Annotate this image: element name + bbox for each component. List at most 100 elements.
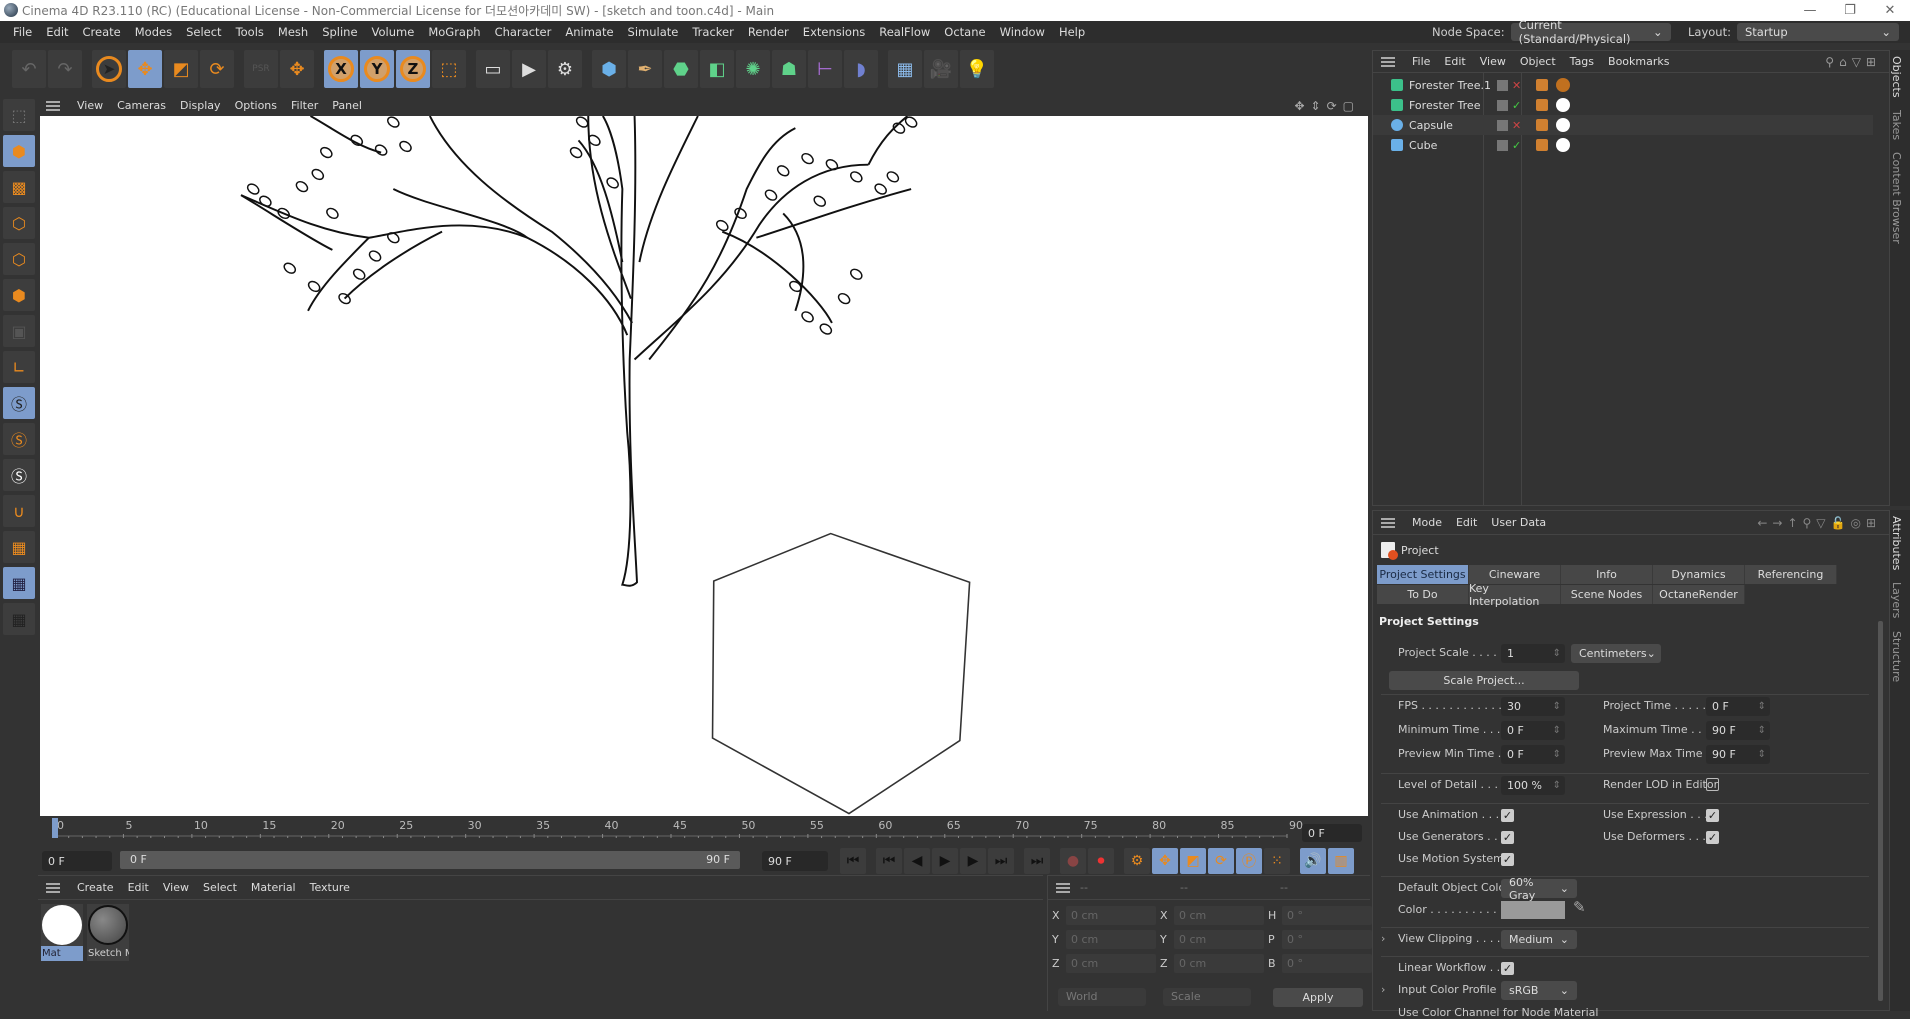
redo-button[interactable]: ↷ xyxy=(48,50,82,88)
field-button[interactable]: ◗ xyxy=(844,50,878,88)
psr-button[interactable]: PSR xyxy=(244,50,278,88)
material-menu-texture[interactable]: Texture xyxy=(303,881,357,894)
object-manager-tool-icons[interactable]: ⚲⌂▽⊞ xyxy=(1825,55,1881,69)
next-key-button[interactable]: ⏭ xyxy=(988,848,1014,874)
level-of-detail-field[interactable]: 100 % xyxy=(1501,776,1565,795)
playhead[interactable] xyxy=(52,818,58,838)
cross-icon[interactable]: ✕ xyxy=(1512,79,1526,92)
subdivision-button[interactable]: ⬣ xyxy=(664,50,698,88)
menu-character[interactable]: Character xyxy=(488,25,559,39)
coordinate-field[interactable]: 0 ° xyxy=(1282,930,1372,949)
menu-create[interactable]: Create xyxy=(76,25,128,39)
record-button[interactable]: ● xyxy=(1060,848,1086,874)
key-pla-button[interactable]: ⁙ xyxy=(1264,848,1290,874)
object-name[interactable]: Forester Tree xyxy=(1409,99,1497,112)
tag-icon[interactable] xyxy=(1536,139,1548,151)
editor-visibility-icon[interactable] xyxy=(1497,119,1508,131)
select-tool-button[interactable]: ➤ xyxy=(92,50,126,88)
workplane-button[interactable]: ▦ xyxy=(3,531,35,563)
tab-key-interpolation[interactable]: Key Interpolation xyxy=(1469,582,1561,608)
input-profile-expand-icon[interactable]: › xyxy=(1381,983,1385,996)
scale-project-button[interactable]: Scale Project... xyxy=(1389,671,1579,690)
project-scale-unit-dropdown[interactable]: Centimeters ⌄ xyxy=(1571,644,1661,663)
menu-tracker[interactable]: Tracker xyxy=(685,25,741,39)
use-deformers-checkbox[interactable]: ✓ xyxy=(1706,831,1719,844)
lock-workplane-button[interactable]: ▦ xyxy=(3,567,35,599)
side-tab-objects[interactable]: Objects xyxy=(1890,50,1903,104)
object-menu-edit[interactable]: Edit xyxy=(1437,55,1472,68)
floor-button[interactable]: ▦ xyxy=(888,50,922,88)
align-workplane-button[interactable]: ▦ xyxy=(3,603,35,635)
menu-tools[interactable]: Tools xyxy=(229,25,271,39)
hamburger-icon[interactable] xyxy=(1381,517,1395,528)
undo-button[interactable]: ↶ xyxy=(12,50,46,88)
menu-mesh[interactable]: Mesh xyxy=(271,25,315,39)
transform-button[interactable]: ✥ xyxy=(280,50,314,88)
uv-mode-button[interactable]: ▣ xyxy=(3,315,35,347)
hamburger-icon[interactable] xyxy=(46,882,60,893)
object-menu-bookmarks[interactable]: Bookmarks xyxy=(1601,55,1676,68)
material-item[interactable]: Sketch M xyxy=(87,904,129,961)
object-menu-file[interactable]: File xyxy=(1405,55,1437,68)
pen-button[interactable]: ✒ xyxy=(628,50,662,88)
tab-dynamics[interactable]: Dynamics xyxy=(1653,565,1745,584)
default-object-color-dropdown[interactable]: 60% Gray ⌄ xyxy=(1501,876,1577,902)
attribute-menu-mode[interactable]: Mode xyxy=(1405,516,1449,529)
tag-icon[interactable] xyxy=(1536,99,1548,111)
keyframe-selection-button[interactable]: ⚙ xyxy=(1124,848,1150,874)
tab-info[interactable]: Info xyxy=(1561,565,1653,584)
maximum-time-field[interactable]: 90 F xyxy=(1706,721,1770,740)
preview-range-slider[interactable]: 0 F 90 F xyxy=(120,851,740,869)
hamburger-icon[interactable] xyxy=(1381,56,1395,67)
menu-animate[interactable]: Animate xyxy=(558,25,620,39)
viewport-menu-cameras[interactable]: Cameras xyxy=(110,99,173,112)
menu-volume[interactable]: Volume xyxy=(365,25,422,39)
material-menu-view[interactable]: View xyxy=(156,881,196,894)
viewport-menu-options[interactable]: Options xyxy=(228,99,284,112)
side-tab-attributes[interactable]: Attributes xyxy=(1890,510,1903,576)
object-name[interactable]: Capsule xyxy=(1409,119,1497,132)
object-menu-tags[interactable]: Tags xyxy=(1563,55,1601,68)
menu-mograph[interactable]: MoGraph xyxy=(421,25,487,39)
object-name[interactable]: Cube xyxy=(1409,139,1497,152)
preview-max-time-field[interactable]: 90 F xyxy=(1706,745,1770,764)
end-frame-field[interactable]: 90 F xyxy=(762,851,828,871)
minimize-button[interactable]: — xyxy=(1790,0,1830,21)
menu-help[interactable]: Help xyxy=(1052,25,1092,39)
menu-octane[interactable]: Octane xyxy=(937,25,992,39)
coordinate-field[interactable]: 0 cm xyxy=(1174,906,1264,925)
side-tab-layers[interactable]: Layers xyxy=(1890,576,1903,624)
mograph-button[interactable]: ✺ xyxy=(736,50,770,88)
menu-simulate[interactable]: Simulate xyxy=(621,25,686,39)
z-axis-button[interactable]: Z xyxy=(396,50,430,88)
attribute-menu-edit[interactable]: Edit xyxy=(1449,516,1484,529)
view-clipping-expand-icon[interactable]: › xyxy=(1381,932,1385,945)
prev-frame-button[interactable]: ◀ xyxy=(904,848,930,874)
node-space-dropdown[interactable]: Current (Standard/Physical) ⌄ xyxy=(1510,18,1671,46)
tab-octanerender[interactable]: OctaneRender xyxy=(1653,585,1745,604)
render-settings-button[interactable]: ⚙ xyxy=(548,50,582,88)
start-frame-field[interactable]: 0 F xyxy=(42,851,112,871)
use-generators-checkbox[interactable]: ✓ xyxy=(1501,831,1514,844)
current-frame-field[interactable]: 0 F xyxy=(1302,824,1362,842)
point-mode-button[interactable]: ⬡ xyxy=(3,207,35,239)
size-mode-dropdown[interactable]: Scale xyxy=(1163,988,1251,1006)
make-editable-button[interactable]: ⬚ xyxy=(3,99,35,131)
menu-file[interactable]: File xyxy=(6,25,39,39)
rotate-tool-button[interactable]: ⟳ xyxy=(200,50,234,88)
move-tool-button[interactable]: ✥ xyxy=(128,50,162,88)
close-button[interactable]: ✕ xyxy=(1870,0,1910,21)
key-parameter-button[interactable]: Ⓟ xyxy=(1236,848,1262,874)
menu-window[interactable]: Window xyxy=(993,25,1052,39)
timeline-button[interactable]: ▥ xyxy=(1328,848,1354,874)
key-scale-button[interactable]: ◩ xyxy=(1180,848,1206,874)
material-tag-icon[interactable] xyxy=(1556,118,1570,132)
key-rotation-button[interactable]: ⟳ xyxy=(1208,848,1234,874)
coordinate-field[interactable]: 0 cm xyxy=(1174,930,1264,949)
snap-button[interactable]: Ⓢ xyxy=(3,387,35,419)
3d-viewport[interactable] xyxy=(40,115,1368,816)
cloner-button[interactable]: ☗ xyxy=(772,50,806,88)
side-tab-takes[interactable]: Takes xyxy=(1890,104,1903,146)
menu-select[interactable]: Select xyxy=(179,25,228,39)
fps-field[interactable]: 30 xyxy=(1501,697,1565,716)
